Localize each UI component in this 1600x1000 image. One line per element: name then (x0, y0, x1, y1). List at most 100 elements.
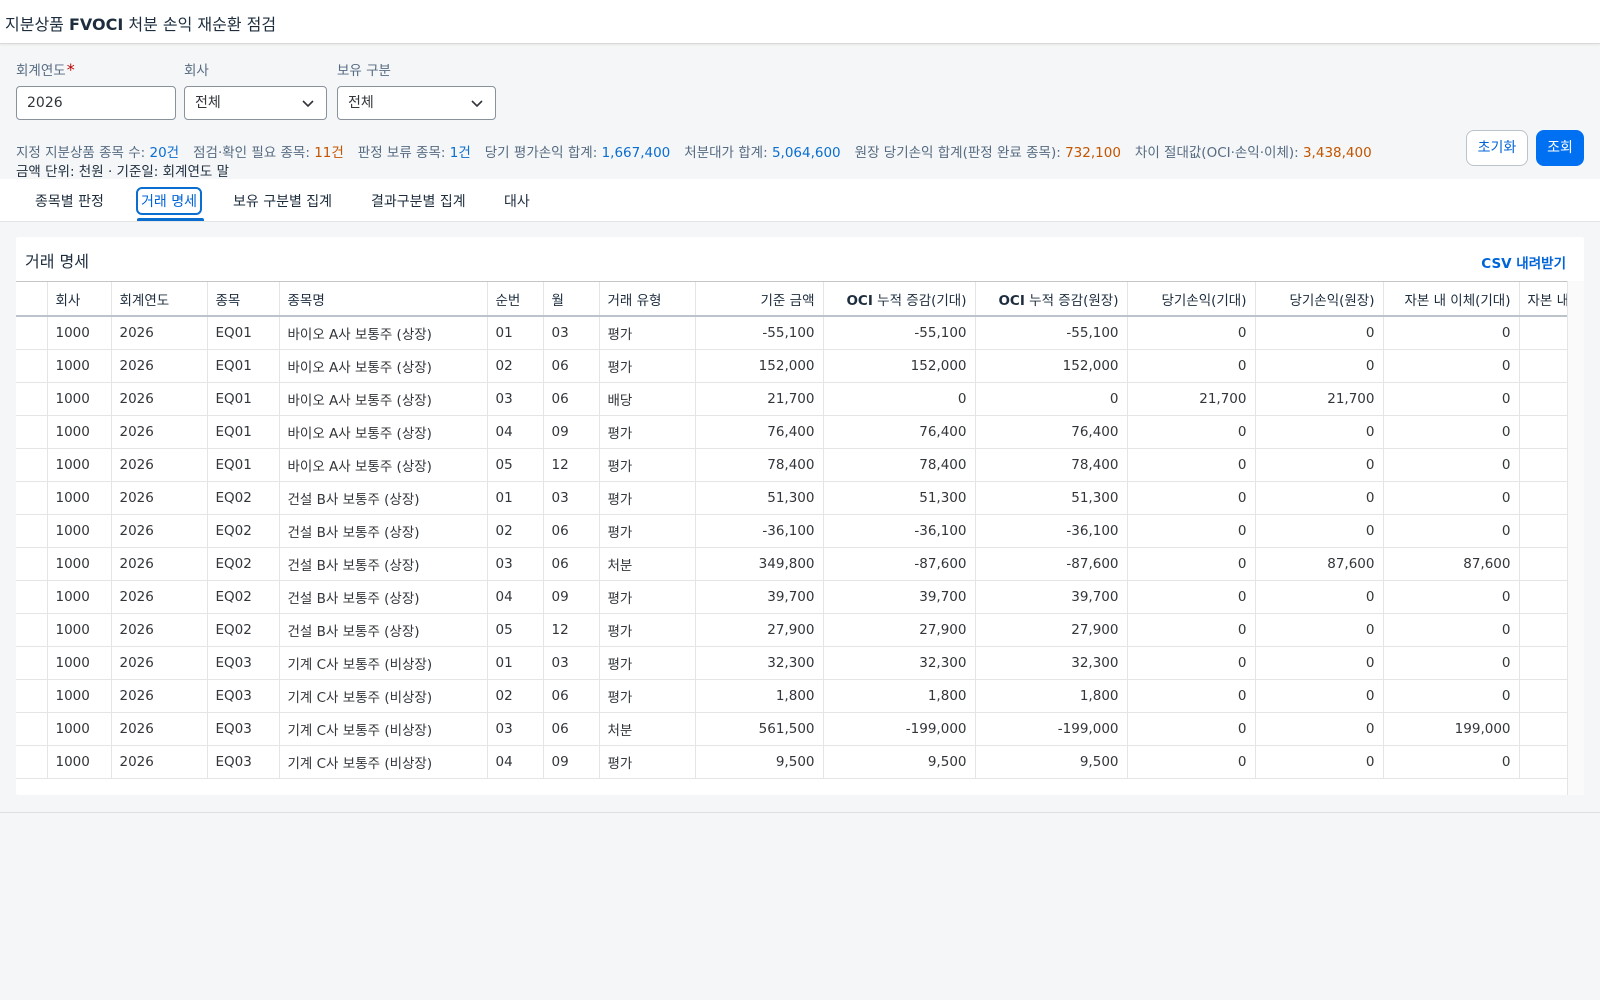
csv-download-link[interactable]: CSV 내려받기 (1481, 252, 1566, 272)
table-cell: 1000 (47, 481, 112, 515)
column-header[interactable]: OCI 누적 증감(원장) (975, 282, 1128, 317)
table-cell: EQ02 (207, 514, 280, 548)
table-cell: 평가 (599, 745, 696, 779)
table-cell: -199,000 (975, 712, 1128, 746)
row-selector[interactable] (16, 547, 48, 581)
column-header[interactable]: 당기손익(원장) (1255, 282, 1384, 317)
table-cell: 87,600 (1255, 547, 1384, 581)
table-cell: EQ02 (207, 580, 280, 614)
table-cell: EQ01 (207, 316, 280, 350)
table-cell: 561,500 (695, 712, 824, 746)
row-selector[interactable] (16, 712, 48, 746)
column-header[interactable]: 월 (543, 282, 600, 317)
table-cell: 03 (487, 382, 544, 416)
table-cell: 2026 (111, 415, 208, 449)
table-row[interactable]: 1000 2026 EQ02 건설 B사 보통주 (상장) 01 03 평가 51,300 51… (16, 481, 1584, 515)
column-header[interactable]: 거래 유형 (599, 282, 696, 317)
table-row[interactable]: 1000 2026 EQ02 건설 B사 보통주 (상장) 02 06 평가 -36,100-… (16, 514, 1584, 548)
table-cell: 기계 C사 보통주 (비상장) (279, 712, 488, 746)
table-cell: 27,900 (695, 613, 824, 647)
table-cell: 기계 C사 보통주 (비상장) (279, 679, 488, 713)
column-header[interactable]: 회계연도 (111, 282, 208, 317)
table-row[interactable]: 1000 2026 EQ02 건설 B사 보통주 (상장) 04 09 평가 39,700 39… (16, 580, 1584, 614)
column-header[interactable]: 회사 (47, 282, 112, 317)
table-cell: 09 (543, 580, 600, 614)
tab-result-summary[interactable]: 결과구분별 집계 (371, 191, 466, 211)
tab-holding-summary[interactable]: 보유 구분별 집계 (233, 191, 332, 211)
year-input[interactable] (16, 86, 176, 120)
table-cell: 2026 (111, 580, 208, 614)
table-cell: 평가 (599, 646, 696, 680)
table-row[interactable]: 1000 2026 EQ01 바이오 A사 보통주 (상장) 02 06 평가 152,000… (16, 349, 1584, 383)
table-row[interactable]: 1000 2026 EQ02 건설 B사 보통주 (상장) 05 12 평가 27,900 27… (16, 613, 1584, 647)
table-row[interactable]: 1000 2026 EQ03 기계 C사 보통주 (비상장) 03 06 처분 561,500… (16, 712, 1584, 746)
holding-label: 보유 구분 (337, 63, 391, 79)
column-header[interactable]: 당기손익(기대) (1127, 282, 1256, 317)
vertical-scrollbar[interactable] (1567, 281, 1584, 795)
company-select[interactable]: 전체 (184, 86, 327, 120)
table-cell: 06 (543, 547, 600, 581)
column-header[interactable]: OCI 누적 증감(기대) (823, 282, 976, 317)
table-row[interactable]: 1000 2026 EQ01 바이오 A사 보통주 (상장) 01 03 평가 -55,100… (16, 316, 1584, 350)
tab-item-judgement[interactable]: 종목별 판정 (35, 191, 104, 211)
table-cell: 2026 (111, 448, 208, 482)
table-row[interactable]: 1000 2026 EQ03 기계 C사 보통주 (비상장) 04 09 평가 9,500 9,… (16, 745, 1584, 779)
table-row[interactable]: 1000 2026 EQ01 바이오 A사 보통주 (상장) 05 12 평가 78,400 7… (16, 448, 1584, 482)
summary-item: 점검·확인 필요 종목: 11건 (193, 145, 344, 161)
table-cell: 0 (1255, 448, 1384, 482)
column-header[interactable]: 순번 (487, 282, 544, 317)
row-selector[interactable] (16, 679, 48, 713)
row-selector[interactable] (16, 745, 48, 779)
column-header[interactable]: 종목명 (279, 282, 488, 317)
column-header[interactable]: 기준 금액 (695, 282, 824, 317)
table-row[interactable]: 1000 2026 EQ02 건설 B사 보통주 (상장) 03 06 처분 349,800-… (16, 547, 1584, 581)
row-selector[interactable] (16, 514, 48, 548)
table-cell: 01 (487, 316, 544, 350)
table-cell: 06 (543, 349, 600, 383)
table-row[interactable]: 1000 2026 EQ01 바이오 A사 보통주 (상장) 04 09 평가 76,400 7… (16, 415, 1584, 449)
row-selector[interactable] (16, 613, 48, 647)
table-cell: 1,800 (695, 679, 824, 713)
table-cell: 0 (1383, 580, 1520, 614)
tab-transaction-detail[interactable]: 거래 명세 (136, 187, 202, 215)
table-cell: 0 (1127, 613, 1256, 647)
table-cell: 평가 (599, 448, 696, 482)
table-cell: 21,700 (1255, 382, 1384, 416)
row-selector[interactable] (16, 415, 48, 449)
table-cell: 1000 (47, 613, 112, 647)
summary-value: 1,667,400 (601, 145, 671, 161)
row-selector[interactable] (16, 481, 48, 515)
transaction-panel: 거래 명세 CSV 내려받기 회사 회계연도 종목 종목명 순번 월 거래 유형 기준 금액 O… (16, 237, 1584, 795)
table-row[interactable]: 1000 2026 EQ03 기계 C사 보통주 (비상장) 01 03 평가 32,300 3… (16, 646, 1584, 680)
row-selector[interactable] (16, 316, 48, 350)
row-selector[interactable] (16, 382, 48, 416)
table-cell: 06 (543, 514, 600, 548)
tab-reconciliation[interactable]: 대사 (504, 191, 530, 211)
table-cell: 03 (487, 547, 544, 581)
table-cell: 0 (1383, 481, 1520, 515)
table-cell: 1,800 (975, 679, 1128, 713)
table-cell: 1000 (47, 514, 112, 548)
column-header[interactable]: 자본 내 이체(기대) (1383, 282, 1520, 317)
transaction-table: 회사 회계연도 종목 종목명 순번 월 거래 유형 기준 금액 OCI 누적 증감(기대) OCI… (16, 282, 1584, 779)
reset-button[interactable]: 초기화 (1466, 130, 1528, 166)
table-cell: 01 (487, 481, 544, 515)
table-cell: -55,100 (695, 316, 824, 350)
table-cell: 76,400 (975, 415, 1128, 449)
row-selector[interactable] (16, 646, 48, 680)
row-selector[interactable] (16, 580, 48, 614)
table-cell: 바이오 A사 보통주 (상장) (279, 316, 488, 350)
column-header[interactable]: 종목 (207, 282, 280, 317)
table-cell: 51,300 (823, 481, 976, 515)
table-cell: 0 (1127, 514, 1256, 548)
summary-value: 732,100 (1065, 145, 1121, 161)
row-selector[interactable] (16, 349, 48, 383)
table-row[interactable]: 1000 2026 EQ01 바이오 A사 보통주 (상장) 03 06 배당 21,700 0… (16, 382, 1584, 416)
table-row[interactable]: 1000 2026 EQ03 기계 C사 보통주 (비상장) 02 06 평가 1,800 1,… (16, 679, 1584, 713)
search-button[interactable]: 조회 (1536, 130, 1584, 166)
table-cell: 2026 (111, 745, 208, 779)
holding-select[interactable]: 전체 (337, 86, 496, 120)
row-selector[interactable] (16, 448, 48, 482)
table-cell: 0 (1255, 316, 1384, 350)
table-cell: 1000 (47, 745, 112, 779)
